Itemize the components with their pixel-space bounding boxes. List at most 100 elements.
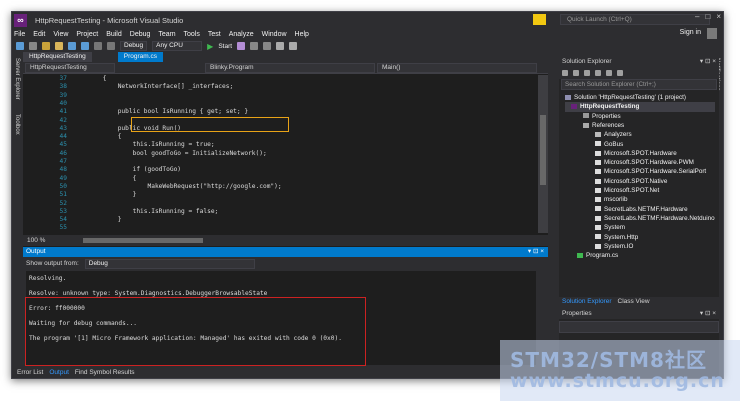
properties-icon[interactable] (617, 70, 623, 76)
tab-find-symbol-results[interactable]: Find Symbol Results (72, 369, 138, 376)
comment-icon[interactable] (276, 42, 285, 50)
solution-search-input[interactable]: Search Solution Explorer (Ctrl+;) (561, 79, 717, 90)
tree-item[interactable]: Program.cs (577, 251, 618, 260)
close-icon[interactable]: × (716, 12, 721, 21)
tree-item[interactable]: System.Http (595, 233, 638, 242)
uncomment-icon[interactable] (289, 42, 298, 50)
reference-icon (595, 215, 601, 221)
tree-item[interactable]: mscorlib (595, 195, 627, 204)
menu-project[interactable]: Project (76, 31, 98, 38)
title-bar: ∞ HttpRequestTesting - Microsoft Visual … (12, 12, 723, 28)
save-icon[interactable] (68, 42, 76, 50)
collapse-all-icon[interactable] (595, 70, 601, 76)
tree-item[interactable]: System (595, 223, 625, 232)
home-icon[interactable] (562, 70, 568, 76)
toolbox-tab[interactable]: Toolbox (14, 114, 20, 135)
reference-icon (595, 197, 601, 203)
menu-help[interactable]: Help (295, 31, 309, 38)
forward-icon[interactable] (29, 42, 37, 50)
code-line: if (goodToGo) (73, 166, 182, 174)
code-line: NetworkInterface[] _interfaces; (73, 83, 234, 91)
menu-debug[interactable]: Debug (130, 31, 151, 38)
sign-in-link[interactable]: Sign in (680, 29, 701, 36)
start-icon[interactable]: ▶ (207, 42, 213, 51)
menu-file[interactable]: File (14, 31, 25, 38)
line-number: 53 (59, 207, 67, 215)
tree-item[interactable]: Analyzers (595, 130, 632, 139)
feedback-flag-icon[interactable] (533, 14, 546, 25)
panel-controls-icon[interactable]: ▾ ⊡ × (700, 57, 716, 67)
tree-item[interactable]: SecretLabs.NETMF.Hardware.Netduino (595, 214, 715, 223)
code-area[interactable]: 37 { 38 NetworkInterface[] _interfaces; … (23, 75, 538, 233)
reference-icon (595, 150, 601, 156)
menu-test[interactable]: Test (208, 31, 221, 38)
tab-program-cs[interactable]: Program.cs (117, 52, 163, 62)
save-all-icon[interactable] (81, 42, 89, 50)
menu-tools[interactable]: Tools (184, 31, 200, 38)
refresh-icon[interactable] (584, 70, 590, 76)
tree-item[interactable]: GoBus (595, 140, 623, 149)
undo-icon[interactable] (94, 42, 102, 50)
reference-icon (595, 243, 601, 249)
menu-analyze[interactable]: Analyze (229, 31, 254, 38)
panel-controls-icon[interactable]: ▾ ⊡ × (528, 247, 544, 257)
maximize-icon[interactable]: □ (705, 12, 710, 21)
avatar[interactable] (707, 28, 717, 39)
open-file-icon[interactable] (55, 42, 63, 50)
tab-solution-explorer[interactable]: Solution Explorer (559, 297, 615, 307)
quick-launch-input[interactable]: Quick Launch (Ctrl+Q) (560, 14, 710, 25)
tab-project[interactable]: HttpRequestTesting (23, 52, 92, 62)
output-line: Resolve: unknown type: System.Diagnostic… (29, 290, 268, 297)
redo-icon[interactable] (107, 42, 115, 50)
bookmark-icon[interactable] (263, 42, 272, 50)
server-explorer-tab[interactable]: Server Explorer (14, 58, 20, 100)
horizontal-scroll-thumb[interactable] (83, 238, 203, 243)
class-nav-select[interactable]: Blinky.Program (205, 62, 375, 73)
tab-error-list[interactable]: Error List (14, 369, 46, 376)
menu-window[interactable]: Window (262, 31, 287, 38)
solution-explorer-header: Solution Explorer ▾ ⊡ × (559, 57, 719, 67)
line-number: 47 (59, 158, 67, 165)
output-source-select[interactable]: Debug (84, 258, 255, 269)
start-button[interactable]: Start (218, 43, 232, 50)
left-tool-strip: Server Explorer Toolbox (12, 52, 23, 362)
menu-edit[interactable]: Edit (33, 31, 45, 38)
solution-platform-select[interactable]: Any CPU (152, 41, 203, 51)
tab-class-view[interactable]: Class View (615, 297, 653, 307)
step-icon[interactable] (250, 42, 259, 50)
solution-explorer-tabs: Solution Explorer Class View (559, 297, 719, 307)
tab-output[interactable]: Output (46, 369, 72, 376)
sync-icon[interactable] (573, 70, 579, 76)
project-nav-select[interactable]: HttpRequestTesting (25, 62, 115, 73)
line-number: 44 (59, 133, 67, 141)
panel-controls-icon[interactable]: ▾ ⊡ × (700, 309, 716, 319)
menu-view[interactable]: View (53, 31, 68, 38)
tree-item[interactable]: SecretLabs.NETMF.Hardware (595, 205, 688, 214)
menu-build[interactable]: Build (106, 31, 122, 38)
member-nav-select[interactable]: Main() (377, 62, 537, 73)
tree-item[interactable]: HttpRequestTesting (565, 102, 715, 112)
minimize-icon[interactable]: – (695, 12, 699, 21)
scroll-thumb[interactable] (540, 115, 546, 185)
tree-item[interactable]: Microsoft.SPOT.Hardware.SerialPort (595, 167, 706, 176)
menu-team[interactable]: Team (158, 31, 175, 38)
back-icon[interactable] (16, 42, 24, 50)
tree-item[interactable]: Microsoft.SPOT.Native (595, 177, 667, 186)
tree-item[interactable]: References (583, 121, 624, 130)
debug-target-icon[interactable] (237, 42, 246, 50)
tree-item[interactable]: Microsoft.SPOT.Net (595, 186, 659, 195)
show-all-files-icon[interactable] (606, 70, 612, 76)
line-number: 46 (59, 149, 67, 157)
tree-item[interactable]: Microsoft.SPOT.Hardware (595, 149, 677, 158)
tree-item[interactable]: Solution 'HttpRequestTesting' (1 project… (565, 93, 686, 102)
solution-configuration-select[interactable]: Debug (120, 41, 148, 51)
tree-item[interactable]: System.IO (595, 242, 633, 251)
line-number: 52 (59, 199, 67, 207)
line-number: 41 (59, 108, 67, 116)
editor-vertical-scrollbar[interactable] (538, 75, 548, 233)
code-line: { (73, 133, 122, 141)
properties-object-select[interactable] (559, 321, 719, 333)
new-project-icon[interactable] (42, 42, 50, 50)
tree-item[interactable]: Properties (583, 112, 621, 121)
tree-item[interactable]: Microsoft.SPOT.Hardware.PWM (595, 158, 694, 167)
